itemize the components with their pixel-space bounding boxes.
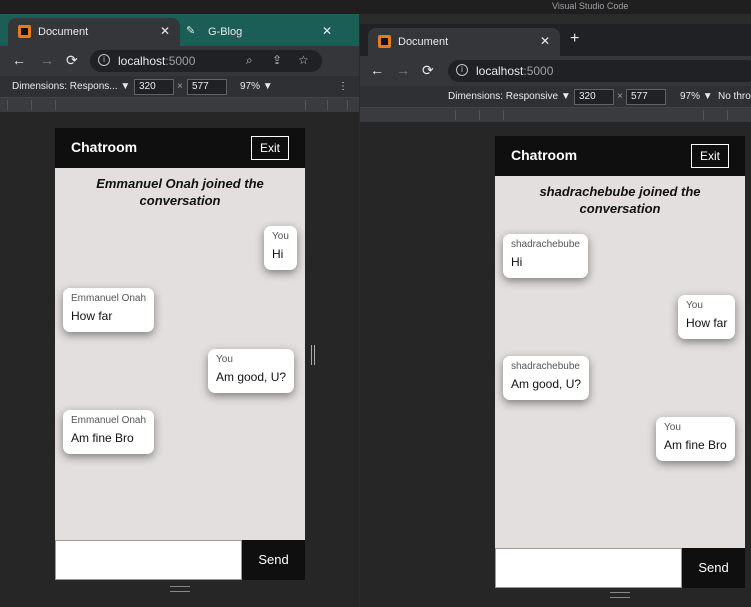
height-input[interactable]: 577	[187, 79, 227, 95]
tab-document[interactable]: Document ✕	[368, 28, 560, 56]
message-bubble: shadrachebube Hi	[503, 234, 588, 278]
g-blog-favicon-icon: ✎	[186, 25, 196, 37]
close-tab-icon[interactable]: ✕	[540, 34, 550, 48]
tab-strip: Document ✕ ✎ G-Blog ✕	[0, 14, 359, 46]
send-button[interactable]: Send	[242, 540, 305, 580]
document-favicon-icon	[378, 35, 391, 48]
tab-g-blog[interactable]: ✎ G-Blog ✕	[178, 18, 342, 46]
throttle-select[interactable]: No thro	[718, 91, 751, 102]
zoom-icon[interactable]: ⌕	[246, 53, 253, 68]
exit-button[interactable]: Exit	[250, 136, 289, 160]
message-text: Am good, U?	[511, 377, 582, 391]
vscode-title: Visual Studio Code	[552, 1, 629, 11]
message-composer: Send	[495, 548, 745, 588]
tab-title: Document	[38, 26, 89, 38]
message-text: How far	[71, 309, 113, 323]
device-toolbar: Dimensions: Respons... ▼ 320 × 577 97% ▼…	[0, 76, 359, 98]
message-text: Am fine Bro	[71, 431, 134, 445]
document-favicon-icon	[18, 25, 31, 38]
message-bubble: Emmanuel Onah Am fine Bro	[63, 410, 155, 454]
address-text: localhost:5000	[118, 54, 196, 68]
tab-title: Document	[398, 36, 449, 48]
forward-icon[interactable]: →	[396, 62, 410, 78]
forward-icon[interactable]: →	[40, 52, 54, 68]
share-icon[interactable]: ⇪	[272, 53, 282, 67]
left-browser-window: Document ✕ ✎ G-Blog ✕ ← → ⟳ i localhost:…	[0, 14, 359, 607]
message-bubble: You Am fine Bro	[656, 417, 735, 461]
right-browser-window: Document ✕ + ← → ⟳ i localhost:5000 Dime…	[360, 24, 751, 607]
message-text: Hi	[511, 255, 523, 269]
exit-button[interactable]: Exit	[690, 144, 729, 168]
zoom-select[interactable]: 97% ▼	[240, 81, 273, 92]
close-tab-icon[interactable]: ✕	[322, 24, 332, 38]
new-tab-icon[interactable]: +	[570, 30, 579, 48]
send-button[interactable]: Send	[682, 548, 745, 588]
dimensions-select[interactable]: Dimensions: Responsive ▼	[448, 91, 571, 102]
message-composer: Send	[55, 540, 305, 580]
media-query-bar	[360, 108, 751, 122]
desktop: Visual Studio Code Document ✕ ✎ G-Blog ✕…	[0, 0, 751, 607]
site-info-icon[interactable]: i	[98, 54, 110, 66]
message-bubble: You Hi	[264, 226, 297, 270]
more-options-icon[interactable]: ⋮	[338, 81, 348, 92]
device-toolbar: Dimensions: Responsive ▼ 320 × 577 97% ▼…	[360, 86, 751, 108]
reload-icon[interactable]: ⟳	[66, 52, 78, 69]
message-bubble: Emmanuel Onah How far	[63, 288, 155, 332]
message-bubble: You Am good, U?	[208, 349, 295, 393]
message-text: Hi	[272, 247, 284, 261]
tab-document[interactable]: Document ✕	[8, 18, 180, 46]
chat-title: Chatroom	[511, 147, 578, 163]
bottom-resize-handle[interactable]	[170, 586, 190, 592]
message-text: Am good, U?	[216, 370, 287, 384]
back-icon[interactable]: ←	[370, 62, 384, 78]
message-sender: You	[272, 231, 289, 242]
times-sign: ×	[617, 91, 623, 102]
side-resize-handle[interactable]	[311, 345, 315, 365]
bookmark-star-icon[interactable]: ☆	[298, 53, 309, 67]
reload-icon[interactable]: ⟳	[422, 62, 434, 79]
address-text: localhost:5000	[476, 64, 554, 78]
height-input[interactable]: 577	[626, 89, 666, 105]
message-sender: Emmanuel Onah	[71, 415, 147, 426]
message-text: Am fine Bro	[664, 438, 727, 452]
close-tab-icon[interactable]: ✕	[160, 24, 170, 38]
width-input[interactable]: 320	[134, 79, 174, 95]
tab-title: G-Blog	[208, 26, 243, 38]
message-text: How far	[686, 316, 728, 330]
times-sign: ×	[177, 81, 183, 92]
message-bubble: shadrachebube Am good, U?	[503, 356, 590, 400]
system-taskbar: Visual Studio Code	[0, 0, 751, 14]
message-sender: You	[686, 300, 703, 311]
dimensions-select[interactable]: Dimensions: Respons... ▼	[12, 81, 130, 92]
message-bubble: You How far	[678, 295, 736, 339]
message-sender: shadrachebube	[511, 239, 580, 250]
message-sender: You	[664, 422, 681, 433]
chat-app: Chatroom Exit shadrachebube joined the c…	[495, 136, 745, 588]
site-info-icon[interactable]: i	[456, 64, 468, 76]
chat-header: Chatroom Exit	[495, 136, 745, 176]
tab-strip: Document ✕ +	[360, 24, 751, 56]
address-bar[interactable]: i localhost:5000 ⌕ ⇪ ☆	[90, 50, 322, 72]
media-query-bar	[0, 98, 359, 112]
message-sender: shadrachebube	[511, 361, 580, 372]
chat-title: Chatroom	[71, 139, 138, 155]
join-notice: Emmanuel Onah joined the conversation	[96, 176, 264, 208]
chat-app: Chatroom Exit Emmanuel Onah joined the c…	[55, 128, 305, 580]
browser-toolbar: ← → ⟳ i localhost:5000 ⌕ ⇪ ☆	[0, 46, 359, 76]
zoom-select[interactable]: 97% ▼	[680, 91, 713, 102]
message-sender: You	[216, 354, 233, 365]
join-notice: shadrachebube joined the conversation	[539, 184, 701, 216]
message-input[interactable]	[495, 548, 682, 588]
back-icon[interactable]: ←	[12, 52, 26, 68]
browser-toolbar: ← → ⟳ i localhost:5000	[360, 56, 751, 86]
bottom-resize-handle[interactable]	[610, 592, 630, 598]
chat-header: Chatroom Exit	[55, 128, 305, 168]
width-input[interactable]: 320	[574, 89, 614, 105]
message-input[interactable]	[55, 540, 242, 580]
address-bar[interactable]: i localhost:5000	[448, 60, 751, 82]
message-sender: Emmanuel Onah	[71, 293, 147, 304]
